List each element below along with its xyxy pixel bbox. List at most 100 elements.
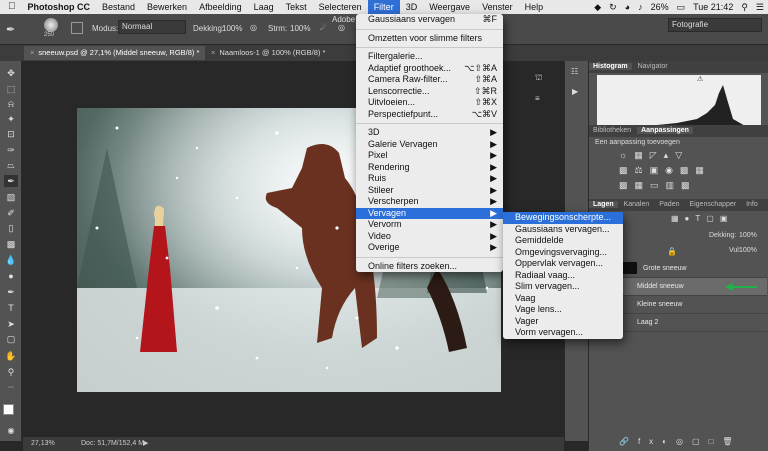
gradient-tool-icon[interactable]: ▩ [4,238,18,250]
apple-menu-icon[interactable]:  [0,0,22,14]
tab-libraries[interactable]: Bibliotheken [589,127,635,134]
filter-menu-item-pixel[interactable]: Pixel ▶ [356,150,503,162]
tab-channels[interactable]: Kanalen [620,201,654,208]
menu-bewerken[interactable]: Bewerken [141,0,193,14]
filter-menu-item-rendering[interactable]: Rendering ▶ [356,162,503,174]
adjust-sliders-icon[interactable]: ≡ [535,94,540,103]
brush-tool-icon[interactable]: ✒ [6,23,15,36]
blur-menu-item-vager[interactable]: Vager [503,316,623,328]
filter-menu-item-lenscorrectie[interactable]: Lenscorrectie... ⇧⌘R [356,86,503,98]
tab-sneeuw[interactable]: × sneeuw.psd @ 27,1% (Middel sneeuw, RGB/… [24,46,206,60]
blur-menu-item-gaussiaans-vervagen[interactable]: Gaussiaans vervagen... [503,224,623,236]
filter-menu-item-online-filters-zoeken[interactable]: Online filters zoeken... [356,261,503,273]
blur-menu-item-vaag[interactable]: Vaag [503,293,623,305]
menu-laag[interactable]: Laag [248,0,280,14]
menu-filter[interactable]: Filter [367,0,400,14]
menu-afbeelding[interactable]: Afbeelding [193,0,248,14]
battery-percentage[interactable]: 26% [651,2,669,12]
blur-menu-item-vage-lens[interactable]: Vage lens... [503,304,623,316]
blur-menu-item-bewegingsonscherpte[interactable]: Bewegingsonscherpte... [503,212,623,224]
adjust-icons-row2[interactable]: ▩⚖▣◉▩▦ [619,165,711,176]
layer-fill-value[interactable]: 100% [739,247,757,254]
stamp-tool-icon[interactable]: ▧ [4,191,18,203]
battery-icon[interactable]: ▭ [677,2,686,13]
menu-selecteren[interactable]: Selecteren [313,0,368,14]
sync-icon[interactable]: ↻ [609,2,617,13]
pen-tool-icon[interactable]: ✒ [4,286,18,298]
layer-name[interactable]: Kleine sneeuw [637,301,683,308]
tab-paths[interactable]: Paden [655,201,683,208]
wifi-icon[interactable]: ◕ [625,2,630,12]
blur-menu-item-vorm-vervagen[interactable]: Vorm vervagen... [503,327,623,339]
lock-icon[interactable]: 🔒 [667,247,677,256]
clock[interactable]: Tue 21:42 [693,2,733,12]
tool-presets-icon[interactable]: ⛫ [535,73,542,83]
menu-venster[interactable]: Venster [476,0,519,14]
pressure-size-icon[interactable]: ◎ [338,23,345,32]
mode-select[interactable]: Normaal [118,20,186,34]
blur-menu-item-gemiddelde[interactable]: Gemiddelde [503,235,623,247]
filter-menu-item-vervorm[interactable]: Vervorm ▶ [356,219,503,231]
tab-layers[interactable]: Lagen [589,201,618,208]
tab-histogram[interactable]: Histogram [589,63,632,70]
dropbox-icon[interactable]: ◆ [594,2,601,13]
eraser-tool-icon[interactable]: ▯ [4,222,18,234]
tab-close-icon[interactable]: × [30,48,34,57]
zoom-level[interactable]: 27,13% [31,437,55,451]
menu-help[interactable]: Help [519,0,550,14]
more-tools-icon[interactable]: ⋯ [4,382,18,394]
filter-menu-item-3d[interactable]: 3D ▶ [356,127,503,139]
tab-properties[interactable]: Eigenschapper [685,201,740,208]
workspace-select[interactable]: Fotografie [668,18,762,32]
filter-menu-item-camera-raw-filter[interactable]: Camera Raw-filter... ⇧⌘A [356,74,503,86]
crop-tool-icon[interactable]: ⊡ [4,128,18,140]
lasso-tool-icon[interactable]: ⍾ [4,98,18,110]
flow-value[interactable]: 100% [290,24,310,33]
tab-close-icon[interactable]: × [211,48,215,57]
layer-opacity-value[interactable]: 100% [739,232,757,239]
blur-menu-item-slim-vervagen[interactable]: Slim vervagen... [503,281,623,293]
opacity-value[interactable]: 100% [222,24,242,33]
layer-filter-icons[interactable]: ▦●T▢▣ [671,214,733,223]
filter-menu-item-verscherpen[interactable]: Verscherpen ▶ [356,196,503,208]
filter-menu-item-perspectiefpunt[interactable]: Perspectiefpunt... ⌥⌘V [356,109,503,121]
foreground-color-swatch[interactable] [3,404,14,415]
play-actions-icon[interactable]: ▶ [572,87,578,96]
type-tool-icon[interactable]: T [4,302,18,314]
filter-menu-item-ruis[interactable]: Ruis ▶ [356,173,503,185]
shape-tool-icon[interactable]: ▢ [4,333,18,345]
filter-menu-item-omzetten-voor-slimme-filters[interactable]: Omzetten voor slimme filters [356,33,503,45]
history-panel-icon[interactable]: ☷ [571,67,578,76]
zoom-tool-icon[interactable]: ⚲ [4,366,18,378]
doc-size[interactable]: Doc: 51,7M/152,4 M [81,437,144,451]
healing-tool-icon[interactable]: ⏢ [4,159,18,171]
hand-tool-icon[interactable]: ✋ [4,350,18,362]
pressure-opacity-icon[interactable]: ◎ [250,23,257,32]
layer-name[interactable]: Middel sneeuw [637,283,684,290]
layer-bottom-icons[interactable]: 🔗fx◐◎▢□🗑 [619,437,742,446]
histogram-warning-icon[interactable]: ⚠ [697,75,703,83]
filter-menu-item-adaptief-groothoek[interactable]: Adaptief groothoek... ⌥⇧⌘A [356,63,503,75]
tab-naamloos[interactable]: × Naamloos-1 @ 100% (RGB/8) * [205,46,331,60]
search-icon[interactable]: ⚲ [741,2,748,13]
tab-adjustments[interactable]: Aanpassingen [637,127,693,134]
filter-menu-item-galerie-vervagen[interactable]: Galerie Vervagen ▶ [356,139,503,151]
quick-mask-icon[interactable]: ◉ [4,425,18,437]
notification-icon[interactable]: ☰ [756,2,764,13]
menu-weergave[interactable]: Weergave [423,0,476,14]
path-select-icon[interactable]: ➤ [4,318,18,330]
filter-menu-item-vervagen[interactable]: Vervagen ▶ [356,207,503,219]
brush-preset-icon[interactable] [44,18,58,32]
status-arrow-icon[interactable]: ▶ [143,437,148,451]
blur-menu-item-radiaal-vaag[interactable]: Radiaal vaag... [503,270,623,282]
airbrush-icon[interactable]: ☄ [320,23,327,32]
adjust-icons-row1[interactable]: ☼▦◸▴▽ [619,150,689,161]
brush-panel-icon[interactable] [71,22,83,34]
filter-menu-item-video[interactable]: Video ▶ [356,231,503,243]
filter-menu-item-stileer[interactable]: Stileer ▶ [356,185,503,197]
filter-menu-item-uitvloeien[interactable]: Uitvloeien... ⇧⌘X [356,97,503,109]
quick-select-icon[interactable]: ✦ [4,113,18,125]
brush-tool-icon[interactable]: ✒ [4,175,18,187]
marquee-tool-icon[interactable]: ⬚ [4,83,18,95]
menu-bestand[interactable]: Bestand [96,0,141,14]
